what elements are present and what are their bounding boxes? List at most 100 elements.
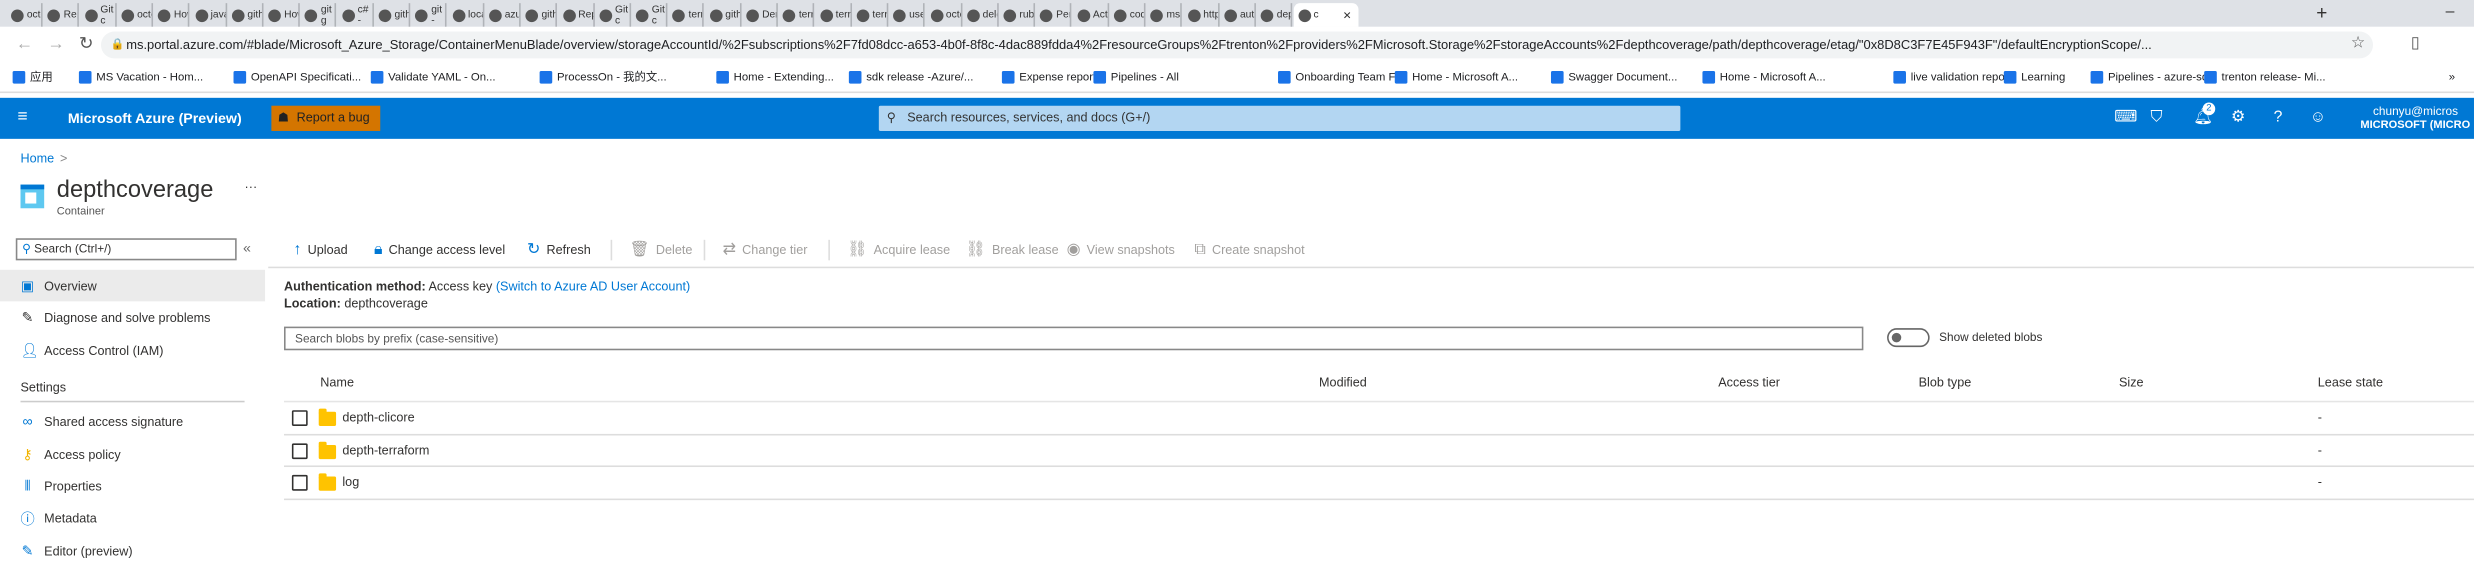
sidebar-item-shared-access-signature[interactable]: ∞ Shared access signature — [0, 405, 265, 437]
browser-tab[interactable]: githu — [227, 3, 264, 27]
minimize-window-icon[interactable]: – — [2446, 3, 2455, 20]
bookmark-item[interactable]: MS Vacation - Hom... — [78, 69, 203, 84]
help-icon[interactable]: ? — [2274, 109, 2283, 128]
browser-tab[interactable]: http — [1183, 3, 1219, 27]
sidebar-item-access-control[interactable]: 👤︎ Access Control (IAM) — [0, 334, 265, 366]
bookmark-item[interactable]: Validate YAML - On... — [370, 69, 496, 84]
user-email[interactable]: chunyu@micros — [2373, 104, 2458, 118]
back-icon[interactable]: ← — [16, 35, 33, 54]
portal-title[interactable]: Microsoft Azure (Preview) — [68, 110, 242, 126]
settings-gear-icon[interactable]: ⚙ — [2231, 109, 2245, 128]
browser-tab[interactable]: How — [264, 3, 300, 27]
change-access-level-button[interactable]: 🔒︎ Change access level — [374, 240, 505, 261]
browser-tab[interactable]: c# - — [337, 3, 374, 27]
new-tab-button[interactable]: + — [2316, 2, 2327, 24]
hamburger-menu-icon[interactable]: ≡ — [17, 107, 27, 126]
feedback-smiley-icon[interactable]: ☺ — [2310, 109, 2326, 128]
bookmark-item[interactable]: Home - Microsoft A... — [1394, 69, 1518, 84]
star-icon[interactable]: ☆ — [2351, 35, 2365, 52]
browser-tab[interactable]: auto — [1219, 3, 1256, 27]
browser-tab[interactable]: terra — [778, 3, 815, 27]
bookmark-item[interactable]: Pipelines - All — [1093, 69, 1179, 84]
collapse-sidebar-button[interactable]: « — [243, 240, 251, 256]
bookmark-item[interactable]: Learning — [2003, 69, 2065, 84]
browser-tab[interactable]: dept — [1256, 3, 1293, 27]
browser-tab[interactable]: Git c — [80, 3, 117, 27]
bookmark-item[interactable]: live validation report — [1893, 69, 2012, 84]
sidebar-item-overview[interactable]: ▣ Overview — [0, 269, 266, 302]
browser-tab[interactable]: How — [153, 3, 190, 27]
browser-tab[interactable]: ruby — [999, 3, 1036, 27]
browser-tab[interactable]: terra — [668, 3, 705, 27]
browser-tab[interactable]: octo — [925, 3, 962, 27]
bookmark-item[interactable]: 应用 — [12, 69, 53, 85]
browser-tab[interactable]: terra — [852, 3, 889, 27]
sidebar-item-access-policy[interactable]: ⚷ Access policy — [0, 439, 265, 471]
cloud-shell-icon[interactable]: ⌨ — [2114, 109, 2137, 128]
bookmark-item[interactable]: Pipelines - azure-sdk — [2090, 69, 2214, 84]
browser-tab[interactable]: Git c — [595, 3, 631, 27]
create-snapshot-button[interactable]: ⧉ Create snapshot — [1194, 240, 1304, 261]
close-tab-icon[interactable]: ✕ — [1343, 9, 1352, 21]
bookmark-item[interactable]: ProcessOn - 我的文... — [539, 69, 667, 85]
browser-tab[interactable]: githu — [374, 3, 411, 27]
delete-button[interactable]: 🗑︎ Delete — [630, 240, 693, 261]
change-tier-button[interactable]: ⇄ Change tier — [723, 240, 808, 261]
browser-tab[interactable]: Actio — [1072, 3, 1109, 27]
browser-tab[interactable]: octo — [117, 3, 153, 27]
extensions-icon[interactable]: ▯ — [2411, 35, 2420, 52]
column-header-modified[interactable]: Modified — [1319, 376, 1367, 390]
bookmark-item[interactable]: OpenAPI Specificati... — [233, 69, 361, 84]
refresh-button[interactable]: ↻ Refresh — [527, 240, 591, 261]
table-row[interactable]: log - — [284, 467, 2474, 500]
browser-tab[interactable]: terra — [815, 3, 852, 27]
column-header-size[interactable]: Size — [2119, 376, 2144, 390]
bookmark-item[interactable]: Home - Extending... — [716, 69, 834, 84]
upload-button[interactable]: ↑ Upload — [293, 240, 347, 261]
breadcrumb-home[interactable]: Home — [21, 151, 55, 165]
browser-tab[interactable]: git - — [411, 3, 447, 27]
table-row[interactable]: depth-terraform - — [284, 435, 2474, 468]
browser-tab[interactable]: Dem — [742, 3, 778, 27]
column-header-blob-type[interactable]: Blob type — [1919, 376, 1972, 390]
switch-auth-link[interactable]: (Switch to Azure AD User Account) — [496, 279, 690, 293]
row-name[interactable]: depth-terraform — [342, 443, 429, 457]
url-field[interactable]: 🔒 ms.portal.azure.com/#blade/Microsoft_Az… — [100, 31, 2374, 59]
browser-tab[interactable]: Pers — [1036, 3, 1072, 27]
row-checkbox[interactable] — [291, 410, 308, 427]
sidebar-item-editor[interactable]: ✎ Editor (preview) — [0, 535, 265, 567]
sidebar-item-metadata[interactable]: ⓘ Metadata — [0, 502, 265, 534]
reload-icon[interactable]: ↻ — [79, 33, 94, 54]
bookmark-item[interactable]: Onboarding Team F... — [1278, 69, 1404, 84]
show-deleted-blobs-toggle[interactable] — [1887, 328, 1930, 348]
user-tenant[interactable]: MICROSOFT (MICRO — [2360, 120, 2470, 131]
browser-tab[interactable]: javas — [190, 3, 227, 27]
browser-tab[interactable]: code — [1109, 3, 1146, 27]
browser-tab[interactable]: git g — [300, 3, 337, 27]
browser-tab[interactable]: Git c — [631, 3, 668, 27]
break-lease-button[interactable]: ⛓ Break lease — [966, 240, 1059, 261]
row-name[interactable]: depth-clicore — [342, 410, 414, 424]
browser-tab[interactable]: Repo — [558, 3, 595, 27]
row-checkbox[interactable] — [291, 474, 308, 491]
sidebar-search-input[interactable]: ⚲ Search (Ctrl+/) — [15, 238, 237, 261]
global-search-input[interactable]: ⚲ Search resources, services, and docs (G… — [878, 105, 1681, 131]
table-row[interactable]: depth-clicore - — [284, 402, 2474, 435]
row-name[interactable]: log — [342, 475, 359, 489]
bookmark-item[interactable]: Swagger Document... — [1550, 69, 1677, 84]
browser-tab[interactable]: Repo — [43, 3, 80, 27]
browser-tab[interactable]: local — [447, 3, 484, 27]
report-bug-button[interactable]: ☗ Report a bug — [271, 105, 381, 131]
browser-tab[interactable]: azur — [484, 3, 521, 27]
bookmark-item[interactable]: trenton release- Mi... — [2204, 69, 2326, 84]
row-checkbox[interactable] — [291, 442, 308, 459]
browser-tab[interactable]: use — [889, 3, 925, 27]
browser-tab-active[interactable]: c ✕ — [1293, 3, 1358, 27]
forward-icon[interactable]: → — [47, 35, 64, 54]
browser-tab[interactable]: mssi — [1146, 3, 1183, 27]
browser-tab[interactable]: githu — [521, 3, 558, 27]
view-snapshots-button[interactable]: ◉ View snapshots — [1067, 240, 1175, 261]
more-bookmarks-button[interactable]: » — [2449, 69, 2455, 83]
column-header-lease-state[interactable]: Lease state — [2318, 376, 2383, 390]
bookmark-item[interactable]: Home - Microsoft A... — [1702, 69, 1826, 84]
